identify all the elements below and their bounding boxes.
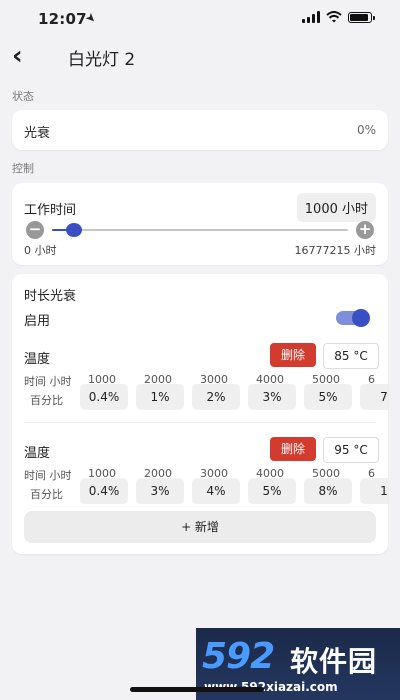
page-title: 白光灯 2 [68,50,136,70]
signal-icon [302,11,320,23]
status-icons [302,11,375,23]
percent-label: 百分比 [30,394,63,407]
time-hours-label: 时间 小时 [24,469,72,482]
temperature-input[interactable]: 95 °C [323,437,379,463]
battery-icon [348,11,375,23]
percent-label: 百分比 [30,488,63,501]
enable-label: 启用 [24,314,51,329]
percent-input[interactable]: 2% [192,384,240,410]
work-time-label: 工作时间 [24,203,77,218]
status-time: 12:07 [38,10,87,28]
watermark-logo: 592 [202,636,275,677]
work-time-slider[interactable] [52,229,348,231]
control-card: 工作时间 1000 小时 − + 0 小时 16777215 小时 [12,183,388,265]
temperature-block: 温度 删除 95 °C 时间 小时 百分比 1000 2000 3000 400… [12,437,388,517]
slider-min-label: 0 小时 [24,244,57,257]
temperature-label: 温度 [24,446,51,461]
increase-button[interactable]: + [356,221,374,239]
percent-input[interactable]: 5% [248,478,296,504]
percent-input[interactable]: 4% [192,478,240,504]
percent-input[interactable]: 1% [136,384,184,410]
decrease-button[interactable]: − [26,221,44,239]
status-bar: 12:07 ➤ [0,0,400,36]
temperature-block: 温度 删除 85 °C 时间 小时 百分比 1000 2000 3000 400… [12,343,388,423]
percent-input[interactable]: 8% [304,478,352,504]
percent-input[interactable]: 7 [360,384,388,410]
light-decay-label: 光衰 [24,126,51,141]
status-card: 光衰 0% [12,110,388,150]
temperature-input[interactable]: 85 °C [323,343,379,369]
enable-toggle[interactable] [336,309,370,327]
duration-decay-card: 时长光衰 启用 温度 删除 85 °C 时间 小时 百分比 1000 2000 … [12,274,388,554]
back-chevron-icon[interactable]: ‹ [12,42,23,70]
percent-input[interactable]: 0.4% [80,478,128,504]
slider-thumb[interactable] [66,223,82,237]
home-indicator [130,687,264,692]
divider [24,422,376,423]
add-button[interactable]: + 新增 [24,511,376,543]
percent-input[interactable]: 3% [248,384,296,410]
percent-input[interactable]: 1 [360,478,388,504]
percent-input[interactable]: 3% [136,478,184,504]
delete-button[interactable]: 删除 [270,437,316,461]
control-section-label: 控制 [12,162,34,175]
nav-bar: ‹ 白光灯 2 [0,42,400,74]
time-hours-label: 时间 小时 [24,375,72,388]
slider-max-label: 16777215 小时 [294,244,377,257]
wifi-icon [326,11,342,23]
duration-decay-title: 时长光衰 [24,289,77,304]
watermark-text: 软件园 [290,645,378,678]
percent-input[interactable]: 0.4% [80,384,128,410]
work-time-value[interactable]: 1000 小时 [296,193,376,222]
percent-input[interactable]: 5% [304,384,352,410]
delete-button[interactable]: 删除 [270,343,316,367]
light-decay-value: 0% [356,123,376,137]
status-section-label: 状态 [12,90,34,103]
toggle-knob [352,309,370,327]
temperature-label: 温度 [24,352,51,367]
